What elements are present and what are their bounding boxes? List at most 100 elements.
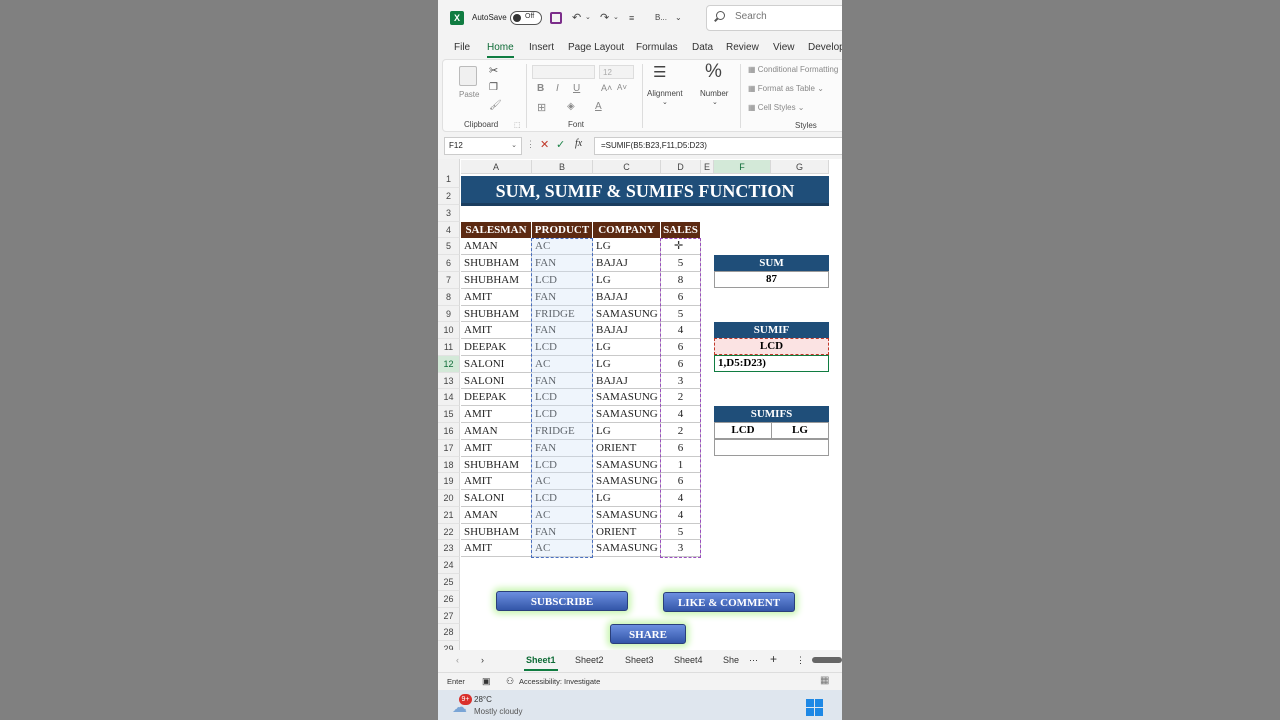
paste-icon[interactable] <box>459 66 477 86</box>
conditional-formatting-button[interactable]: ▦ Conditional Formatting <box>748 65 838 74</box>
cell-sales[interactable]: 6 <box>661 439 701 457</box>
cell-company[interactable]: LG <box>593 339 661 356</box>
tab-insert[interactable]: Insert <box>529 42 554 53</box>
row-header-26[interactable]: 26 <box>438 590 460 608</box>
font-color-icon[interactable]: A <box>595 101 602 112</box>
row-header-20[interactable]: 20 <box>438 490 460 507</box>
paste-label[interactable]: Paste <box>459 90 479 99</box>
row-header-19[interactable]: 19 <box>438 473 460 491</box>
cell-salesman[interactable]: AMIT <box>461 439 532 457</box>
cell-sales[interactable]: 3 <box>661 372 701 390</box>
format-painter-icon[interactable]: 🖌 <box>489 100 502 111</box>
normal-view-icon[interactable]: ▦ <box>820 675 829 686</box>
sumifs-criteria2-cell[interactable]: LG <box>771 422 829 439</box>
weather-description[interactable]: Mostly cloudy <box>474 707 522 716</box>
cell-sales[interactable]: 5 <box>661 523 701 541</box>
row-header-7[interactable]: 7 <box>438 271 460 289</box>
cell-company[interactable]: ORIENT <box>593 439 661 457</box>
row-header-14[interactable]: 14 <box>438 389 460 407</box>
insert-function-icon[interactable]: fx <box>575 138 582 149</box>
cell-product[interactable]: FAN <box>532 439 593 457</box>
cell-sales[interactable]: 4 <box>661 322 701 340</box>
column-header-e[interactable]: E <box>701 160 714 174</box>
accessibility-status[interactable]: Accessibility: Investigate <box>519 677 600 686</box>
cell-product[interactable]: AC <box>532 355 593 373</box>
formula-input[interactable]: =SUMIF(B5:B23,F11,D5:D23) <box>594 137 842 155</box>
column-header-f[interactable]: F <box>714 160 771 174</box>
cell-salesman[interactable]: AMIT <box>461 322 532 340</box>
cell-sales[interactable]: 8 <box>661 271 701 289</box>
borders-icon[interactable]: ⊞ <box>537 101 546 114</box>
cell-product[interactable]: FAN <box>532 322 593 340</box>
row-header-25[interactable]: 25 <box>438 574 460 591</box>
cell-salesman[interactable]: SHUBHAM <box>461 456 532 474</box>
cell-salesman[interactable]: AMIT <box>461 288 532 306</box>
sheet-tab-2[interactable]: Sheet2 <box>575 655 604 665</box>
cell-company[interactable]: SAMASUNG <box>593 540 661 558</box>
column-header-a[interactable]: A <box>461 160 532 174</box>
cell-company[interactable]: SAMASUNG <box>593 473 661 491</box>
decrease-font-icon[interactable]: A˅ <box>617 83 627 92</box>
cell-company[interactable]: LG <box>593 490 661 507</box>
name-box-dropdown-icon[interactable]: ⌄ <box>511 141 517 149</box>
accessibility-icon[interactable]: ⚇ <box>506 676 514 687</box>
cell-product[interactable]: LCD <box>532 490 593 507</box>
row-header-23[interactable]: 23 <box>438 540 460 558</box>
row-header-13[interactable]: 13 <box>438 372 460 390</box>
redo-dropdown-icon[interactable]: ⌄ <box>613 11 619 25</box>
cell-salesman[interactable]: AMIT <box>461 406 532 423</box>
cell-company[interactable]: BAJAJ <box>593 322 661 340</box>
cell-product[interactable]: LCD <box>532 389 593 407</box>
add-sheet-icon[interactable]: + <box>770 652 777 666</box>
row-header-9[interactable]: 9 <box>438 305 460 323</box>
subscribe-button[interactable]: SUBSCRIBE <box>496 591 628 611</box>
copy-icon[interactable]: ❐ <box>489 82 498 93</box>
share-button[interactable]: SHARE <box>610 624 686 644</box>
cell-product[interactable]: AC <box>532 540 593 558</box>
row-header-5[interactable]: 5 <box>438 238 460 256</box>
cell-product[interactable]: FAN <box>532 255 593 272</box>
cell-salesman[interactable]: AMIT <box>461 540 532 558</box>
cell-sales[interactable]: 4 <box>661 406 701 423</box>
row-header-15[interactable]: 15 <box>438 406 460 423</box>
cell-product[interactable]: AC <box>532 473 593 491</box>
row-header-18[interactable]: 18 <box>438 456 460 474</box>
sumif-box-header[interactable]: SUMIF <box>714 322 829 338</box>
cell-product[interactable]: FAN <box>532 288 593 306</box>
font-size-box[interactable]: 12 <box>599 65 634 79</box>
tab-developer[interactable]: Develop <box>808 42 842 53</box>
number-dropdown-icon[interactable]: ⌄ <box>712 98 718 106</box>
clipboard-launcher-icon[interactable]: ⬚ <box>514 121 521 129</box>
undo-dropdown-icon[interactable]: ⌄ <box>585 11 591 25</box>
cell-salesman[interactable]: SHUBHAM <box>461 523 532 541</box>
cell-salesman[interactable]: AMAN <box>461 238 532 256</box>
tab-review[interactable]: Review <box>726 42 759 53</box>
cell-salesman[interactable]: DEEPAK <box>461 339 532 356</box>
tab-page-layout[interactable]: Page Layout <box>568 42 624 53</box>
row-header-29[interactable]: 29 <box>438 641 460 650</box>
tab-view[interactable]: View <box>773 42 795 53</box>
weather-temperature[interactable]: 28°C <box>474 695 492 704</box>
sheet-tab-5[interactable]: She <box>723 655 739 665</box>
confirm-entry-icon[interactable]: ✓ <box>556 138 565 151</box>
cell-company[interactable]: LG <box>593 355 661 373</box>
cell-salesman[interactable]: DEEPAK <box>461 389 532 407</box>
prev-sheet-icon[interactable]: ‹ <box>456 655 459 665</box>
row-header-10[interactable]: 10 <box>438 322 460 340</box>
sheet-tab-1[interactable]: Sheet1 <box>524 655 558 671</box>
autosave-toggle[interactable]: Off <box>510 11 542 25</box>
cancel-entry-icon[interactable]: ✕ <box>540 138 549 151</box>
cut-icon[interactable]: ✂ <box>489 64 498 77</box>
header-company[interactable]: COMPANY <box>593 222 661 238</box>
cell-sales[interactable]: 3 <box>661 540 701 558</box>
row-header-21[interactable]: 21 <box>438 506 460 524</box>
cell-company[interactable]: SAMASUNG <box>593 456 661 474</box>
cell-sales[interactable]: 6 <box>661 473 701 491</box>
row-header-3[interactable]: 3 <box>438 204 460 222</box>
customize-toolbar-icon[interactable]: ≡ <box>629 11 634 25</box>
like-comment-button[interactable]: LIKE & COMMENT <box>663 592 795 612</box>
row-header-6[interactable]: 6 <box>438 255 460 272</box>
cell-company[interactable]: BAJAJ <box>593 288 661 306</box>
cell-product[interactable]: LCD <box>532 406 593 423</box>
number-format-icon[interactable]: % <box>705 61 722 83</box>
